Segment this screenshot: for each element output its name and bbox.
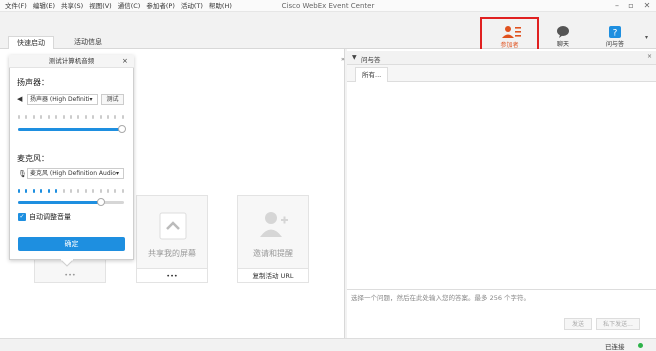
microphone-icon: 🎙 [18, 170, 27, 178]
level-tick [77, 115, 80, 119]
level-tick [32, 115, 35, 119]
copy-event-url-button[interactable]: 复制活动 URL [238, 268, 308, 282]
level-tick [99, 189, 102, 193]
level-tick [55, 189, 58, 193]
chat-button[interactable]: 聊天 [541, 20, 585, 50]
mic-level-meter [18, 189, 124, 193]
popup-title: 测试计算机音频 [9, 55, 134, 68]
menu-event[interactable]: 活动(T) [178, 0, 206, 12]
menu-file[interactable]: 文件(F) [2, 0, 30, 12]
speaker-level-meter [18, 115, 124, 119]
share-screen-icon [159, 212, 187, 240]
maximize-button[interactable]: ▫ [624, 0, 638, 12]
menu-communicate[interactable]: 通信(C) [115, 0, 144, 12]
level-tick [84, 115, 87, 119]
menu-help[interactable]: 帮助(H) [206, 0, 235, 12]
popup-pointer [60, 259, 74, 267]
level-tick [92, 189, 95, 193]
menu-participant[interactable]: 参加者(P) [143, 0, 178, 12]
qa-panel-header: ▼ 问与答 × [347, 51, 656, 65]
level-tick [92, 115, 95, 119]
qa-button[interactable]: ? 问与答 [593, 20, 637, 50]
ok-button[interactable]: 确定 [18, 237, 125, 251]
level-tick [69, 115, 72, 119]
qa-answer-input[interactable]: 选择一个问题，然后在此处输入您的答案。最多 256 个字符。 [347, 289, 656, 315]
auto-adjust-checkbox[interactable]: ✓ [18, 213, 26, 221]
level-tick [40, 115, 43, 119]
svg-text:?: ? [613, 29, 618, 39]
speaker-test-button[interactable]: 测试 [101, 94, 124, 105]
level-tick [107, 189, 110, 193]
level-tick [99, 115, 102, 119]
card-share-screen[interactable]: 共享我的屏幕 ••• [136, 195, 208, 283]
menu-share[interactable]: 共享(S) [58, 0, 86, 12]
level-tick [25, 189, 28, 193]
level-tick [121, 115, 124, 119]
menu-view[interactable]: 视图(V) [86, 0, 115, 12]
qa-tab-all[interactable]: 所有... [355, 67, 389, 82]
invite-title: 邀请和提醒 [253, 249, 293, 258]
speaker-volume-fill [18, 128, 122, 131]
qa-icon: ? [609, 26, 621, 39]
qa-panel-title: 问与答 [361, 56, 381, 64]
level-tick [32, 189, 35, 193]
add-user-icon [260, 212, 288, 237]
mic-label: 麦克风： [17, 154, 49, 163]
tab-event-info[interactable]: 活动信息 [66, 36, 110, 49]
mic-select[interactable]: 麦克风 (High Definition Audio▾ [27, 168, 124, 179]
speaker-select[interactable]: 扬声器 (High Definiti▾ [27, 94, 98, 105]
minimize-button[interactable]: – [610, 0, 624, 12]
collapse-triangle-icon[interactable]: ▼ [352, 54, 357, 61]
level-tick [84, 189, 87, 193]
send-button[interactable]: 发送 [564, 318, 592, 330]
participants-icon [502, 26, 521, 38]
participants-label: 参加者 [500, 42, 519, 49]
level-tick [114, 189, 117, 193]
level-tick [25, 115, 28, 119]
level-tick [77, 189, 80, 193]
qa-tabs [347, 65, 656, 82]
level-tick [114, 115, 117, 119]
connection-status: 已连接 [605, 343, 625, 351]
level-tick [55, 115, 58, 119]
level-tick [18, 189, 20, 193]
qa-label: 问与答 [605, 41, 624, 48]
level-tick [47, 115, 50, 119]
chat-icon [557, 26, 569, 38]
level-tick [121, 189, 124, 193]
status-bar: 已连接 [0, 338, 656, 351]
share-screen-footer[interactable]: ••• [137, 268, 207, 282]
level-tick [40, 189, 43, 193]
popup-close-icon[interactable]: × [122, 57, 128, 65]
card-invite[interactable]: 邀请和提醒 复制活动 URL [237, 195, 309, 283]
send-private-button[interactable]: 私下发送... [596, 318, 640, 330]
level-tick [62, 115, 65, 119]
menu-edit[interactable]: 编辑(E) [30, 0, 58, 12]
card-audio-footer: ••• [35, 268, 105, 282]
speaker-volume-slider[interactable] [18, 125, 126, 133]
chat-label: 聊天 [556, 41, 569, 48]
panel-collapse-icon[interactable]: » [341, 56, 345, 63]
connection-status-dot-icon [638, 343, 643, 348]
mic-volume-fill [18, 201, 101, 204]
mic-volume-knob[interactable] [96, 198, 105, 206]
panel-close-icon[interactable]: × [647, 53, 652, 60]
auto-adjust-label: 自动调整音量 [29, 213, 71, 221]
speaker-label: 扬声器： [17, 78, 49, 87]
mic-volume-slider[interactable] [18, 198, 124, 206]
toolbar-dropdown-icon[interactable]: ▾ [645, 34, 648, 41]
level-tick [69, 189, 72, 193]
level-tick [18, 115, 20, 119]
level-tick [62, 189, 65, 193]
speaker-volume-knob[interactable] [117, 125, 126, 133]
level-tick [47, 189, 50, 193]
menu-bar: 文件(F) 编辑(E) 共享(S) 视图(V) 通信(C) 参加者(P) 活动(… [2, 0, 235, 12]
share-screen-title: 共享我的屏幕 [148, 249, 196, 258]
tab-quickstart[interactable]: 快速启动 [8, 36, 54, 50]
close-button[interactable]: ✕ [640, 0, 654, 12]
level-tick [107, 115, 110, 119]
speaker-icon: ◀ [17, 95, 23, 103]
